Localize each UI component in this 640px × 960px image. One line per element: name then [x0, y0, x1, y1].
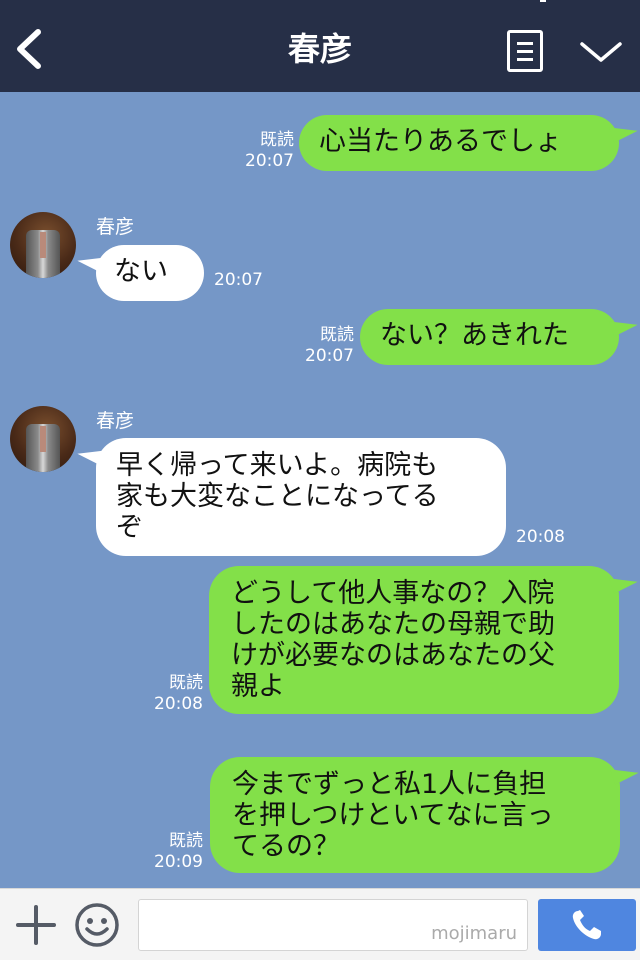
chevron-down-icon[interactable]	[578, 36, 624, 66]
message-text-line: ぞ	[116, 512, 143, 543]
sender-name: 春彦	[96, 216, 135, 238]
status-bar-mark	[540, 0, 546, 2]
read-receipt: 既読	[260, 130, 294, 150]
message-bubble-sent[interactable]: どうして他人事なの？入院 したのはあなたの母親で助 けが必要なのはあなたの父 親…	[209, 566, 639, 714]
emoji-icon[interactable]	[74, 902, 120, 948]
menu-icon[interactable]	[507, 30, 543, 72]
message-text-line: 今までずっと私1人に負担	[232, 769, 547, 800]
message-meta: 既読 20:08	[145, 673, 203, 715]
message-bubble-received[interactable]: ない	[76, 245, 204, 301]
avatar[interactable]	[10, 406, 76, 472]
message-bubble-received[interactable]: 早く帰って来いよ。病院も 家も大変なことになってる ぞ	[76, 438, 506, 556]
message-bubble-sent[interactable]: 心当たりあるでしょ	[299, 115, 639, 171]
watermark-text: mojimaru	[431, 923, 517, 944]
message-text-line: したのはあなたの母親で助	[231, 609, 555, 640]
message-input[interactable]: mojimaru	[138, 899, 528, 951]
message-text-line: どうして他人事なの？入院	[231, 578, 555, 609]
message-text-line: 家も大変なことになってる	[116, 481, 439, 512]
avatar[interactable]	[10, 212, 76, 278]
message-input-bar: mojimaru	[0, 888, 640, 960]
message-text-line: 早く帰って来いよ。病院も	[116, 450, 439, 481]
message-text-line: けが必要なのはあなたの父	[231, 640, 555, 671]
chat-header: 春彦	[0, 0, 640, 92]
message-bubble-sent[interactable]: ない？あきれた	[360, 309, 639, 365]
message-text-line: てるの？	[232, 831, 340, 862]
chat-title: 春彦	[287, 30, 352, 68]
message-meta: 既読 20:09	[145, 831, 203, 873]
message-text-line: 親よ	[231, 671, 285, 702]
read-receipt: 既読	[169, 673, 203, 693]
message-bubble-sent[interactable]: 今までずっと私1人に負担 を押しつけといてなに言っ てるの？	[210, 757, 640, 873]
message-time: 20:07	[214, 270, 263, 290]
read-receipt: 既読	[320, 325, 354, 345]
message-meta: 既読 20:07	[296, 325, 354, 367]
message-time: 20:08	[154, 694, 203, 714]
message-time: 20:07	[305, 346, 354, 366]
message-text: ない	[114, 256, 168, 287]
message-text-line: を押しつけといてなに言っ	[232, 800, 554, 831]
message-time: 20:08	[516, 527, 565, 547]
plus-icon[interactable]	[14, 903, 58, 947]
message-meta: 既読 20:07	[236, 130, 294, 172]
message-text: 心当たりあるでしょ	[319, 126, 562, 157]
message-time: 20:07	[245, 151, 294, 171]
read-receipt: 既読	[169, 831, 203, 851]
message-time: 20:09	[154, 852, 203, 872]
send-button[interactable]	[538, 899, 636, 951]
sender-name: 春彦	[96, 410, 135, 432]
phone-icon	[572, 910, 601, 940]
message-text: ない？あきれた	[380, 320, 569, 351]
